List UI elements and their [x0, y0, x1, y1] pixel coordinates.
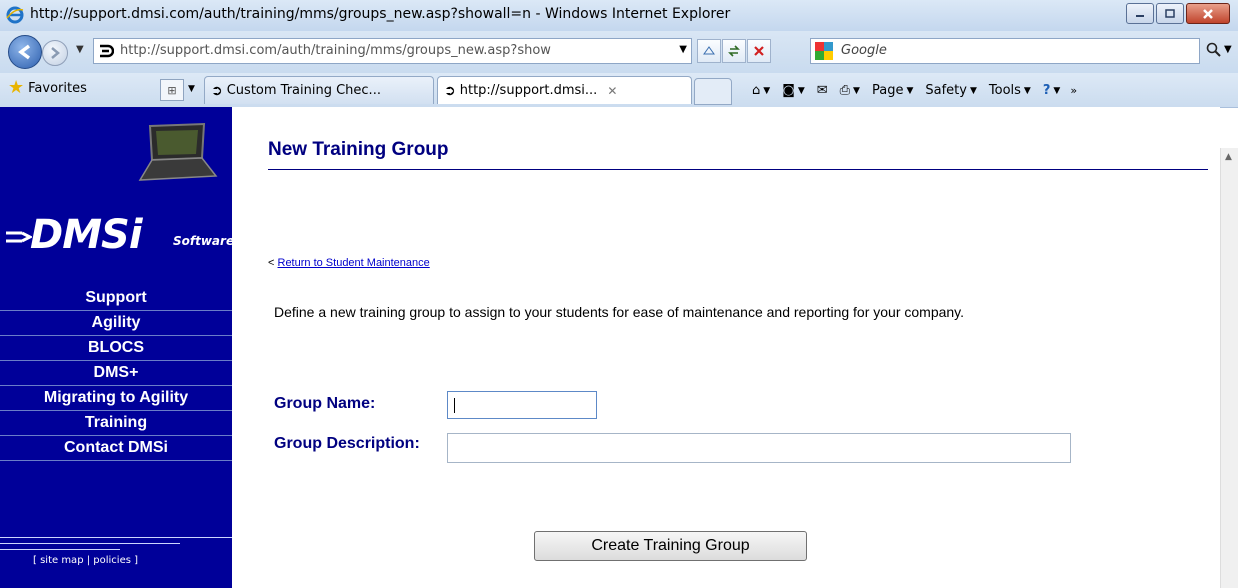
- logo-arrow-icon: [6, 231, 32, 243]
- vertical-scrollbar[interactable]: ▲: [1220, 148, 1238, 588]
- tools-menu-label: Tools: [988, 83, 1021, 98]
- sidebar-nav: Support Agility BLOCS DMS+ Migrating to …: [0, 286, 232, 461]
- return-link-row: < Return to Student Maintenance: [268, 257, 430, 269]
- tab-label: Custom Training Chec...: [226, 83, 381, 98]
- sidebar-item-agility[interactable]: Agility: [0, 311, 232, 336]
- dmsi-logo[interactable]: DMSi Software: [0, 107, 235, 285]
- new-tab-button[interactable]: [694, 78, 732, 105]
- intro-text: Define a new training group to assign to…: [274, 304, 965, 320]
- dmsi-favicon-icon: ➲: [211, 82, 223, 99]
- internet-explorer-icon: [6, 6, 24, 24]
- page-title: New Training Group: [268, 139, 449, 160]
- address-toolbar: ▼ http://support.dmsi.com/auth/training/…: [0, 31, 1238, 73]
- sidebar: DMSi Software Support Agility BLOCS DMS+…: [0, 107, 235, 588]
- sidebar-item-migrating[interactable]: Migrating to Agility: [0, 386, 232, 411]
- create-training-group-button[interactable]: Create Training Group: [534, 531, 807, 561]
- stop-button[interactable]: [747, 39, 771, 63]
- back-button[interactable]: [8, 35, 42, 69]
- search-icon[interactable]: [1206, 42, 1222, 58]
- favorites-button[interactable]: ★ Favorites: [8, 79, 87, 97]
- scroll-up-arrow-icon[interactable]: ▲: [1225, 152, 1232, 162]
- maximize-icon: [1165, 8, 1175, 18]
- safety-menu[interactable]: Safety ▼: [925, 83, 977, 98]
- sidebar-item-training[interactable]: Training: [0, 411, 232, 436]
- rss-feed-icon: ◙: [782, 83, 795, 98]
- footer-links[interactable]: [ site map | policies ]: [33, 555, 138, 566]
- read-mail-button[interactable]: ✉: [817, 83, 828, 98]
- tools-menu[interactable]: Tools ▼: [989, 83, 1031, 98]
- forward-button[interactable]: [42, 40, 68, 66]
- dmsi-favicon-icon: ➲: [444, 82, 456, 99]
- group-description-label: Group Description:: [274, 435, 420, 452]
- group-description-input[interactable]: [447, 433, 1071, 463]
- page-viewport: DMSi Software Support Agility BLOCS DMS+…: [0, 107, 1220, 588]
- tab-list-dropdown[interactable]: ▼: [188, 84, 195, 94]
- favorites-label: Favorites: [28, 80, 87, 96]
- close-icon: [1203, 8, 1213, 19]
- return-arrow: <: [268, 257, 275, 269]
- recent-pages-dropdown[interactable]: ▼: [76, 44, 84, 55]
- title-divider: [268, 169, 1208, 170]
- favorites-star-icon: ★: [8, 77, 25, 98]
- minimize-button[interactable]: [1126, 3, 1154, 24]
- laptop-icon: [138, 122, 218, 181]
- address-input[interactable]: http://support.dmsi.com/auth/training/mm…: [93, 38, 692, 64]
- page-menu-label: Page: [871, 83, 904, 98]
- back-arrow-icon: [18, 44, 31, 60]
- toolbar-overflow-icon[interactable]: »: [1070, 84, 1077, 97]
- group-name-label: Group Name:: [274, 395, 376, 412]
- quick-tabs-icon: ⊞: [167, 83, 177, 97]
- logo-wordmark: DMSi: [30, 212, 143, 258]
- sidebar-item-blocs[interactable]: BLOCS: [0, 336, 232, 361]
- sidebar-item-support[interactable]: Support: [0, 286, 232, 311]
- help-icon: ?: [1042, 83, 1051, 98]
- search-placeholder: Google: [841, 43, 887, 58]
- address-dropdown-icon[interactable]: ▼: [679, 44, 687, 55]
- stop-icon: [754, 46, 764, 56]
- sidebar-item-contact[interactable]: Contact DMSi: [0, 436, 232, 461]
- search-options-dropdown[interactable]: ▼: [1224, 44, 1232, 55]
- google-logo-icon: [815, 42, 833, 60]
- address-url: http://support.dmsi.com/auth/training/mm…: [120, 43, 551, 58]
- window-title: http://support.dmsi.com/auth/training/mm…: [30, 6, 731, 22]
- home-icon: ⌂: [752, 83, 761, 98]
- safety-menu-label: Safety: [925, 83, 967, 98]
- close-tab-icon[interactable]: ✕: [607, 84, 617, 98]
- tab-toolbar: ★ Favorites ⊞ ▼ ➲ Custom Training Chec..…: [0, 73, 1238, 108]
- return-to-student-maintenance-link[interactable]: Return to Student Maintenance: [278, 257, 430, 269]
- compatibility-view-button[interactable]: [697, 39, 721, 63]
- sidebar-item-dms-plus[interactable]: DMS+: [0, 361, 232, 386]
- tab-support-dmsi[interactable]: ➲ http://support.dmsi... ✕: [437, 76, 692, 104]
- main-content: New Training Group < Return to Student M…: [232, 107, 1220, 588]
- tab-label: http://support.dmsi...: [459, 83, 598, 98]
- logo-subtitle: Software: [173, 234, 235, 248]
- window-titlebar: http://support.dmsi.com/auth/training/mm…: [0, 0, 1238, 32]
- maximize-button[interactable]: [1156, 3, 1184, 24]
- page-menu[interactable]: Page ▼: [872, 83, 913, 98]
- home-button[interactable]: ⌂ ▼: [752, 83, 770, 98]
- text-caret: [454, 398, 455, 413]
- group-name-input[interactable]: [447, 391, 597, 419]
- refresh-button[interactable]: [722, 39, 746, 63]
- printer-icon: ⎙: [839, 83, 851, 98]
- feeds-button[interactable]: ◙ ▼: [782, 83, 805, 98]
- dmsi-favicon-icon: [100, 44, 114, 58]
- minimize-icon: [1136, 14, 1144, 17]
- help-menu[interactable]: ? ▼: [1043, 83, 1060, 98]
- compatibility-icon: [703, 46, 715, 55]
- search-input[interactable]: Google: [810, 38, 1200, 64]
- print-button[interactable]: ⎙ ▼: [840, 83, 860, 98]
- refresh-icon: [728, 45, 740, 57]
- forward-arrow-icon: [51, 47, 60, 59]
- command-bar: ⌂ ▼ ◙ ▼ ✉ ⎙ ▼ Page ▼ Safety ▼ Tools ▼ ? ▼ »: [752, 83, 1077, 98]
- mail-icon: ✉: [816, 83, 828, 98]
- close-window-button[interactable]: [1186, 3, 1230, 24]
- sidebar-divider-lines: [0, 537, 232, 555]
- window-controls: [1126, 3, 1230, 24]
- quick-tabs-button[interactable]: ⊞: [160, 79, 184, 101]
- tab-custom-training[interactable]: ➲ Custom Training Chec...: [204, 76, 434, 104]
